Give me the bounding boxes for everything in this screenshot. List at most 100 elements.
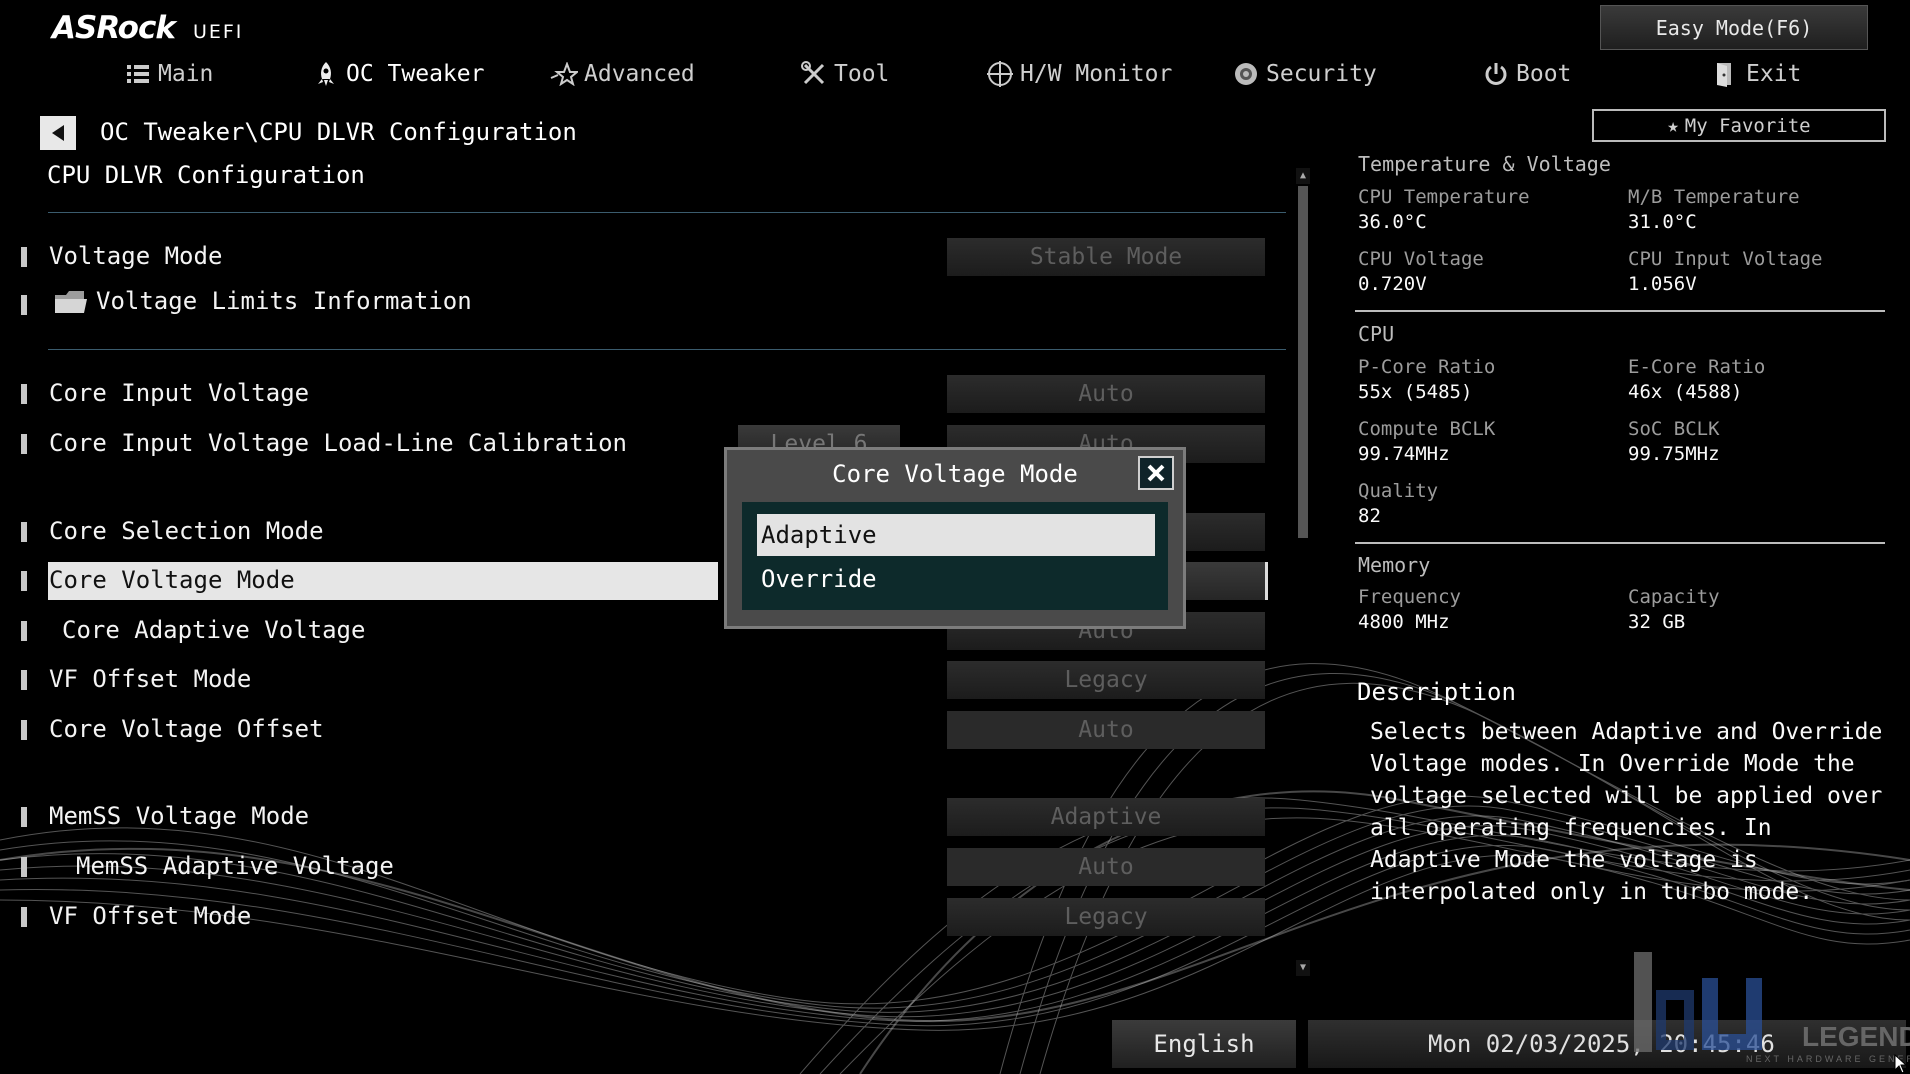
setting-value[interactable]: Legacy (947, 661, 1265, 699)
e-core-ratio: E-Core Ratio 46x (4588) (1628, 356, 1888, 403)
easy-mode-button[interactable]: Easy Mode(F6) (1600, 5, 1868, 50)
tab-exit-label: Exit (1746, 61, 1802, 87)
quality-label: Quality (1358, 480, 1439, 502)
soc-bclk-label: SoC BCLK (1628, 418, 1720, 440)
memory-capacity-label: Capacity (1628, 586, 1720, 608)
my-favorite-label: My Favorite (1684, 114, 1811, 137)
soc-bclk: SoC BCLK 99.75MHz (1628, 418, 1888, 465)
setting-value[interactable]: Stable Mode (947, 238, 1265, 276)
star-icon (550, 60, 578, 88)
asrock-logo: ASRock UEFI (52, 10, 243, 46)
setting-value[interactable]: Auto (947, 711, 1265, 749)
tab-main[interactable]: Main (124, 52, 213, 96)
setting-label: VF Offset Mode (49, 902, 252, 930)
e-core-ratio-value: 46x (4588) (1628, 381, 1743, 403)
tab-oc-tweaker[interactable]: OC Tweaker (312, 52, 484, 96)
setting-value[interactable]: Auto (947, 375, 1265, 413)
back-arrow-icon (52, 125, 64, 141)
row-marker (21, 720, 27, 740)
setting-memss-adaptive-voltage[interactable]: MemSS Adaptive Voltage Auto (0, 848, 1290, 886)
setting-label: Core Voltage Offset (49, 715, 324, 743)
setting-memss-voltage-mode[interactable]: MemSS Voltage Mode Adaptive (0, 798, 1290, 836)
setting-voltage-mode[interactable]: Voltage Mode Stable Mode (0, 238, 1290, 276)
p-core-ratio-label: P-Core Ratio (1358, 356, 1496, 378)
quality: Quality 82 (1358, 480, 1618, 527)
setting-core-voltage-offset[interactable]: Core Voltage Offset Auto (0, 711, 1290, 749)
shield-icon (1232, 60, 1260, 88)
quality-value: 82 (1358, 505, 1381, 527)
scroll-up-icon[interactable]: ▲ (1296, 168, 1310, 184)
my-favorite-button[interactable]: ★ My Favorite (1592, 109, 1886, 142)
tab-boot[interactable]: Boot (1482, 52, 1571, 96)
tab-hw-monitor-label: H/W Monitor (1020, 61, 1173, 87)
tab-oc-tweaker-label: OC Tweaker (346, 61, 485, 87)
tab-security[interactable]: Security (1232, 52, 1377, 96)
cpu-temperature-label: CPU Temperature (1358, 186, 1530, 208)
soc-bclk-value: 99.75MHz (1628, 443, 1720, 465)
tab-tool[interactable]: Tool (800, 52, 889, 96)
rocket-icon (312, 60, 340, 88)
setting-label: Core Voltage Mode (49, 566, 295, 594)
cpu-voltage-value: 0.720V (1358, 273, 1427, 295)
scroll-thumb[interactable] (1298, 186, 1308, 538)
p-core-ratio: P-Core Ratio 55x (5485) (1358, 356, 1618, 403)
setting-vf-offset-mode-2[interactable]: VF Offset Mode Legacy (0, 898, 1290, 936)
page-title: CPU DLVR Configuration (47, 161, 365, 189)
mb-temperature-value: 31.0°C (1628, 211, 1697, 233)
setting-vf-offset-mode[interactable]: VF Offset Mode Legacy (0, 661, 1290, 699)
row-marker (21, 295, 27, 315)
mb-temperature: M/B Temperature 31.0°C (1628, 186, 1888, 233)
list-icon (124, 60, 152, 88)
tab-hw-monitor[interactable]: H/W Monitor (986, 52, 1172, 96)
setting-value[interactable]: Legacy (947, 898, 1265, 936)
row-marker (21, 571, 27, 591)
tab-advanced[interactable]: Advanced (550, 52, 695, 96)
tools-icon (800, 60, 828, 88)
setting-label: Core Selection Mode (49, 517, 324, 545)
section-divider (1355, 542, 1885, 544)
close-button[interactable] (1138, 456, 1174, 490)
core-voltage-mode-dialog: Core Voltage Mode Adaptive Override (724, 447, 1186, 629)
watermark-subtext: NEXT HARDWARE GENERATION (1746, 1054, 1910, 1064)
back-button[interactable] (40, 116, 76, 150)
option-adaptive[interactable]: Adaptive (757, 514, 1155, 556)
breadcrumb: OC Tweaker\CPU DLVR Configuration (100, 118, 577, 146)
compute-bclk-value: 99.74MHz (1358, 443, 1450, 465)
setting-core-input-voltage[interactable]: Core Input Voltage Auto (0, 375, 1290, 413)
brand-sub: UEFI (192, 21, 244, 43)
tab-tool-label: Tool (834, 61, 890, 87)
row-marker (21, 621, 27, 641)
close-icon (1147, 464, 1165, 482)
folder-icon (55, 291, 87, 313)
p-core-ratio-value: 55x (5485) (1358, 381, 1473, 403)
setting-label: Core Input Voltage Load-Line Calibration (49, 429, 627, 457)
row-marker (21, 247, 27, 267)
dialog-options: Adaptive Override (742, 502, 1168, 610)
cpu-input-voltage: CPU Input Voltage 1.056V (1628, 248, 1888, 295)
description-text: Selects between Adaptive and Override Vo… (1370, 719, 1883, 905)
row-marker (21, 807, 27, 827)
option-override[interactable]: Override (757, 558, 1155, 600)
settings-scrollbar[interactable]: ▲ ▼ (1296, 168, 1310, 976)
tab-exit[interactable]: Exit (1712, 52, 1801, 96)
memory-frequency-label: Frequency (1358, 586, 1461, 608)
scroll-down-icon[interactable]: ▼ (1296, 960, 1310, 976)
monitor-icon (986, 60, 1014, 88)
star-filled-icon: ★ (1667, 114, 1679, 137)
memory-capacity: Capacity 32 GB (1628, 586, 1888, 633)
memory-capacity-value: 32 GB (1628, 611, 1686, 633)
compute-bclk: Compute BCLK 99.74MHz (1358, 418, 1618, 465)
setting-voltage-limits-information[interactable]: Voltage Limits Information (0, 283, 1290, 321)
cpu-temperature-value: 36.0°C (1358, 211, 1427, 233)
memory-section-title: Memory (1358, 553, 1431, 577)
language-button[interactable]: English (1112, 1020, 1296, 1068)
divider (48, 212, 1286, 213)
watermark-text: LEGEND (1802, 1021, 1910, 1052)
cpu-input-voltage-value: 1.056V (1628, 273, 1697, 295)
setting-value[interactable]: Auto (947, 848, 1265, 886)
row-marker (21, 857, 27, 877)
section-divider (1355, 310, 1885, 312)
setting-value[interactable]: Adaptive (947, 798, 1265, 836)
row-marker (21, 384, 27, 404)
legend-watermark-logo: LEGEND NEXT HARDWARE GENERATION (1634, 952, 1910, 1064)
